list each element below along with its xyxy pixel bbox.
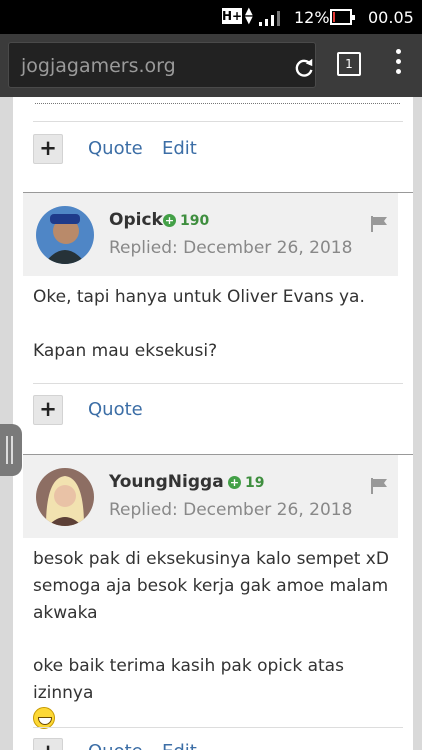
forum-page: + Quote Edit Opick +190 Replied: Decembe…	[13, 97, 413, 750]
previous-post-cut	[35, 97, 400, 104]
username[interactable]: YoungNigga	[109, 472, 224, 492]
edit-link[interactable]: Edit	[162, 741, 197, 750]
avatar[interactable]	[36, 468, 94, 526]
browser-toolbar: jogjagamers.org 1	[0, 34, 422, 97]
post-paragraph-text: oke baik terima kasih pak opick atas izi…	[33, 656, 344, 703]
report-flag-icon[interactable]	[370, 477, 388, 495]
post-header: Opick +190 Replied: December 26, 2018	[23, 193, 398, 276]
quote-link[interactable]: Quote	[88, 741, 143, 750]
battery-icon	[330, 9, 355, 25]
grin-emoji-icon	[33, 707, 55, 729]
avatar[interactable]	[36, 206, 94, 264]
divider	[33, 727, 403, 728]
overflow-menu-icon[interactable]	[396, 49, 402, 79]
data-activity-icon: ▲ ▼	[245, 6, 253, 26]
post-paragraph: oke baik terima kasih pak opick atas izi…	[33, 653, 403, 734]
signal-icon	[259, 11, 280, 26]
reputation-plus-icon: +	[228, 476, 241, 489]
quote-link[interactable]: Quote	[88, 138, 143, 159]
address-bar[interactable]: jogjagamers.org	[8, 42, 316, 88]
side-drawer-handle[interactable]	[0, 424, 22, 476]
report-flag-icon[interactable]	[370, 215, 388, 233]
post-header: YoungNigga +19 Replied: December 26, 201…	[23, 455, 398, 538]
multiquote-button[interactable]: +	[33, 134, 63, 164]
quote-link[interactable]: Quote	[88, 399, 143, 420]
reputation-plus-icon: +	[163, 214, 176, 227]
network-type: H+	[222, 8, 243, 24]
reputation-count: 190	[180, 213, 210, 229]
reputation-badge: +190	[163, 213, 209, 229]
battery-percent: 12%	[294, 8, 330, 27]
reload-icon[interactable]	[293, 57, 315, 79]
edit-link[interactable]: Edit	[162, 138, 197, 159]
divider	[33, 121, 403, 122]
tab-switcher-button[interactable]: 1	[337, 52, 361, 76]
status-bar: H+ ▲ ▼ 12% 00.05	[0, 0, 422, 34]
post-paragraph: Oke, tapi hanya untuk Oliver Evans ya.	[33, 287, 365, 307]
battery-fill	[333, 12, 335, 22]
multiquote-button[interactable]: +	[33, 738, 63, 750]
clock: 00.05	[368, 8, 414, 27]
username[interactable]: Opick	[109, 210, 163, 230]
reputation-count: 19	[245, 475, 265, 491]
multiquote-button[interactable]: +	[33, 395, 63, 425]
url-text: jogjagamers.org	[21, 55, 176, 77]
reply-date: Replied: December 26, 2018	[109, 500, 353, 520]
divider	[33, 383, 403, 384]
post-paragraph: Kapan mau eksekusi?	[33, 341, 218, 361]
reply-date: Replied: December 26, 2018	[109, 238, 353, 258]
post-paragraph: besok pak di eksekusinya kalo sempet xD …	[33, 549, 389, 623]
reputation-badge: +19	[228, 475, 264, 491]
